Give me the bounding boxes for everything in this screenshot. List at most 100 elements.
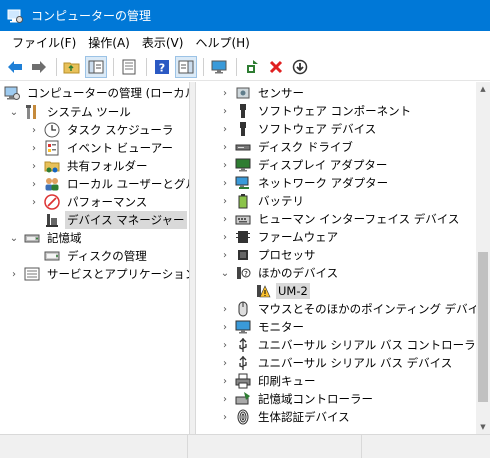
chevron-right-icon[interactable]: ›: [219, 375, 231, 387]
up-folder-icon[interactable]: [61, 56, 83, 78]
device-category-item[interactable]: › 記憶域コントローラー: [219, 390, 375, 408]
tree-item-disk-management[interactable]: ディスクの管理: [44, 247, 149, 265]
device-category-item[interactable]: › マウスとそのほかのポインティング デバイス: [219, 300, 476, 318]
scroll-down-icon[interactable]: ▼: [476, 420, 490, 434]
menu-file[interactable]: ファイル(F): [6, 32, 82, 53]
device-category-item[interactable]: › ユニバーサル シリアル バス コントローラー: [219, 336, 476, 354]
device-item-um2[interactable]: UM-2: [255, 282, 310, 300]
device-category-item[interactable]: › モニター: [219, 318, 306, 336]
computer-management-icon: [4, 85, 20, 101]
chevron-right-icon[interactable]: ›: [219, 177, 231, 189]
chevron-right-icon[interactable]: ›: [219, 411, 231, 423]
tree-item-device-manager[interactable]: デバイス マネージャー: [44, 211, 187, 229]
title-bar: コンピューターの管理: [0, 0, 490, 31]
device-category-item[interactable]: › ディスプレイ アダプター: [219, 156, 389, 174]
tree-label: 共有フォルダー: [67, 159, 148, 173]
chevron-right-icon[interactable]: ›: [219, 249, 231, 261]
usb-device-icon: [235, 355, 251, 371]
chevron-right-icon[interactable]: ›: [219, 105, 231, 117]
tree-item-local-users[interactable]: › ローカル ユーザーとグループ: [28, 175, 189, 193]
status-segment: [362, 435, 490, 458]
device-category-item[interactable]: › センサー: [219, 84, 306, 102]
help-icon[interactable]: ?: [151, 56, 173, 78]
tree-item-shared-folders[interactable]: › 共有フォルダー: [28, 157, 150, 175]
chevron-right-icon[interactable]: ›: [8, 268, 20, 280]
device-tree: › センサー › ソフトウェア コンポーネント › ソフトウェア デバイス › …: [197, 82, 476, 434]
chevron-right-icon[interactable]: ›: [219, 393, 231, 405]
chevron-down-icon[interactable]: ⌄: [8, 106, 20, 118]
tree-item-task-scheduler[interactable]: › タスク スケジューラ: [28, 121, 175, 139]
processor-icon: [235, 247, 251, 263]
chevron-right-icon[interactable]: ›: [28, 196, 40, 208]
chevron-right-icon[interactable]: ›: [219, 321, 231, 333]
back-arrow-icon[interactable]: [4, 56, 26, 78]
chevron-down-icon[interactable]: ⌄: [219, 267, 231, 279]
vertical-scrollbar[interactable]: ▲ ▼: [476, 82, 490, 434]
chevron-right-icon[interactable]: ›: [219, 159, 231, 171]
device-category-item[interactable]: ⌄ ? ほかのデバイス: [219, 264, 340, 282]
status-bar: [0, 434, 490, 458]
show-hide-tree-icon[interactable]: [85, 55, 107, 78]
chevron-right-icon[interactable]: ›: [219, 195, 231, 207]
chevron-down-icon[interactable]: ⌄: [8, 232, 20, 244]
status-segment: [0, 435, 188, 458]
menu-bar: ファイル(F) 操作(A) 表示(V) ヘルプ(H): [0, 31, 490, 53]
chevron-right-icon[interactable]: ›: [219, 141, 231, 153]
device-category-item[interactable]: › 生体認証デバイス: [219, 408, 352, 426]
disable-icon[interactable]: [289, 56, 311, 78]
chevron-right-icon[interactable]: ›: [28, 160, 40, 172]
chevron-right-icon[interactable]: ›: [219, 303, 231, 315]
disk-drive-icon: [235, 139, 251, 155]
device-category-item[interactable]: › ディスク ドライブ: [219, 138, 355, 156]
device-category-item[interactable]: › バッテリ: [219, 192, 306, 210]
device-label: ヒューマン インターフェイス デバイス: [258, 212, 460, 226]
tree-label: サービスとアプリケーション: [47, 267, 190, 281]
tree-item-root[interactable]: コンピューターの管理 (ローカル): [4, 84, 190, 102]
tree-item-event-viewer[interactable]: › イベント ビューアー: [28, 139, 175, 157]
properties-icon[interactable]: [118, 56, 140, 78]
tree-label: コンピューターの管理 (ローカル): [27, 86, 190, 100]
chevron-right-icon[interactable]: ›: [219, 231, 231, 243]
device-label: センサー: [258, 86, 304, 100]
pane-splitter[interactable]: [190, 82, 196, 434]
menu-help[interactable]: ヘルプ(H): [189, 32, 255, 53]
chevron-right-icon[interactable]: ›: [219, 87, 231, 99]
device-category-item[interactable]: › ファームウェア: [219, 228, 340, 246]
update-driver-icon[interactable]: [241, 56, 263, 78]
menu-view[interactable]: 表示(V): [136, 32, 190, 53]
toolbar-separator: [146, 57, 147, 76]
tree-label: タスク スケジューラ: [67, 123, 174, 137]
uninstall-icon[interactable]: [265, 56, 287, 78]
other-devices-icon: ?: [235, 265, 251, 281]
device-category-item[interactable]: › ソフトウェア デバイス: [219, 120, 378, 138]
disk-management-icon: [44, 248, 60, 264]
chevron-right-icon[interactable]: ›: [219, 213, 231, 225]
chevron-right-icon[interactable]: ›: [28, 142, 40, 154]
device-category-item[interactable]: › 印刷キュー: [219, 372, 318, 390]
monitor-icon[interactable]: [208, 56, 230, 78]
device-category-item[interactable]: › プロセッサ: [219, 246, 318, 264]
tree-label: システム ツール: [47, 105, 131, 119]
chevron-right-icon[interactable]: ›: [219, 123, 231, 135]
device-category-item[interactable]: › ヒューマン インターフェイス デバイス: [219, 210, 461, 228]
chevron-right-icon[interactable]: ›: [219, 357, 231, 369]
device-label: マウスとそのほかのポインティング デバイス: [258, 302, 476, 316]
tree-item-system-tools[interactable]: ⌄ システム ツール: [8, 103, 133, 121]
action-pane-icon[interactable]: [175, 55, 197, 78]
device-category-item[interactable]: › ユニバーサル シリアル バス デバイス: [219, 354, 454, 372]
storage-controller-icon: [235, 391, 251, 407]
forward-arrow-icon[interactable]: [28, 56, 50, 78]
chevron-right-icon[interactable]: ›: [28, 178, 40, 190]
chevron-right-icon[interactable]: ›: [28, 124, 40, 136]
scroll-thumb[interactable]: [478, 252, 488, 402]
warning-device-icon: [255, 283, 271, 299]
device-category-item[interactable]: › ソフトウェア コンポーネント: [219, 102, 413, 120]
scroll-up-icon[interactable]: ▲: [476, 82, 490, 96]
device-category-item[interactable]: › ネットワーク アダプター: [219, 174, 390, 192]
chevron-right-icon[interactable]: ›: [219, 339, 231, 351]
tree-item-services-apps[interactable]: › サービスとアプリケーション: [8, 265, 190, 283]
tree-item-performance[interactable]: › パフォーマンス: [28, 193, 149, 211]
menu-action[interactable]: 操作(A): [82, 32, 136, 53]
performance-icon: [44, 194, 60, 210]
tree-item-storage[interactable]: ⌄ 記憶域: [8, 229, 84, 247]
